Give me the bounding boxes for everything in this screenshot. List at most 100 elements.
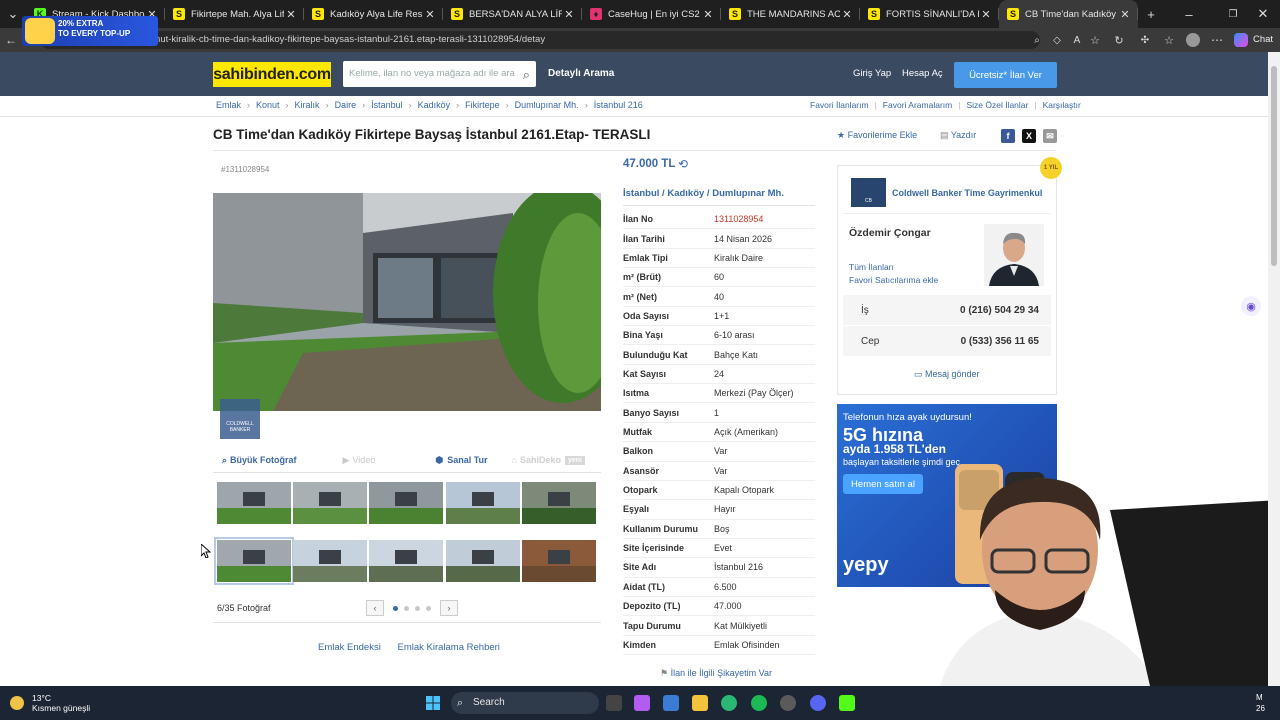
virtual-tour-button[interactable]: Sanal Tur <box>447 455 487 465</box>
photo-thumbnail[interactable] <box>293 540 367 582</box>
tab-close-icon[interactable]: ✕ <box>979 8 993 21</box>
rental-guide-link[interactable]: Emlak Kiralama Rehberi <box>397 642 499 653</box>
photo-thumbnail[interactable] <box>214 537 294 585</box>
breadcrumb-item[interactable]: Kiralık <box>295 100 320 110</box>
browser-tab[interactable]: S BERSA'DAN ALYA LİFE RESİD✕ <box>443 0 582 28</box>
phone-number[interactable]: 0 (533) 356 11 65 <box>961 336 1039 347</box>
favorite-seller-link[interactable]: Favori Satıcılarıma ekle <box>849 275 938 285</box>
facebook-share-icon[interactable]: f <box>1001 129 1015 143</box>
tab-close-icon[interactable]: ✕ <box>840 8 854 21</box>
breadcrumb-item[interactable]: Fikirtepe <box>465 100 500 110</box>
login-link[interactable]: Giriş Yap <box>853 61 891 87</box>
browser-tab[interactable]: S Kadıköy Alya Life Residence✕ <box>304 0 443 28</box>
read-aloud-icon[interactable]: A <box>1068 28 1086 52</box>
store-icon[interactable] <box>663 695 679 711</box>
page-dot[interactable] <box>393 606 398 611</box>
user-quick-link[interactable]: Favori Aramalarım <box>883 100 952 110</box>
favorite-star-icon[interactable]: ☆ <box>1086 28 1104 52</box>
chat-label[interactable]: Chat <box>1253 28 1273 52</box>
search-icon[interactable]: ⌕ <box>523 62 530 88</box>
breadcrumb-item[interactable]: Kadıköy <box>418 100 451 110</box>
close-window-icon[interactable]: ✕ <box>1250 0 1276 28</box>
url-field[interactable]: hen.com/ilan/emlak-konut-kiralik-cb-time… <box>40 31 1040 49</box>
emlak-endeksi-link[interactable]: Emlak Endeksi <box>318 642 381 653</box>
next-page-button[interactable]: › <box>440 600 458 616</box>
page-dot[interactable] <box>404 606 409 611</box>
more-menu-icon[interactable]: ⋯ <box>1208 28 1226 52</box>
tab-close-icon[interactable]: ✕ <box>423 8 437 21</box>
scrollbar-thumb[interactable] <box>1271 66 1277 266</box>
breadcrumb-item[interactable]: İstanbul <box>371 100 403 110</box>
assistant-side-icon[interactable]: ◉ <box>1241 296 1261 316</box>
system-clock[interactable]: M 26 <box>1256 692 1265 714</box>
new-tab-icon[interactable]: + <box>1138 0 1164 28</box>
advanced-search-link[interactable]: Detaylı Arama <box>548 61 614 87</box>
listing-location[interactable]: İstanbul / Kadıköy / Dumlupınar Mh. <box>623 188 784 199</box>
tab-close-icon[interactable]: ✕ <box>1118 8 1132 21</box>
phone-number[interactable]: 0 (216) 504 29 34 <box>960 305 1039 316</box>
extension-icon[interactable]: ◇ <box>1048 28 1066 52</box>
tab-close-icon[interactable]: ✕ <box>701 8 715 21</box>
tab-close-icon[interactable]: ✕ <box>284 8 298 21</box>
edge-icon[interactable] <box>721 695 737 711</box>
photo-thumbnail[interactable] <box>369 540 443 582</box>
tab-close-icon[interactable]: ✕ <box>562 8 576 21</box>
task-view-icon[interactable] <box>606 695 622 711</box>
price-history-icon[interactable]: ⟲ <box>678 157 688 171</box>
browser-tab[interactable]: S THE MANDARINS ACIBADEM✕ <box>721 0 860 28</box>
copilot-app-icon[interactable] <box>634 695 650 711</box>
x-share-icon[interactable]: X <box>1022 129 1036 143</box>
photo-thumbnail[interactable] <box>369 482 443 524</box>
agent-office-name[interactable]: Coldwell Banker Time Gayrimenkul <box>892 188 1042 198</box>
browser-tab[interactable]: S FORTIS SİNANLI'DA KİRALIK✕ <box>860 0 999 28</box>
taskbar-search[interactable]: ⌕ Search <box>451 692 599 714</box>
breadcrumb-item[interactable]: Emlak <box>216 100 241 110</box>
add-favorite-link[interactable]: ★ Favorilerime Ekle <box>837 130 917 141</box>
email-share-icon[interactable]: ✉ <box>1043 129 1057 143</box>
browser-tab[interactable]: S CB Time'dan Kadıköy Fikirte✕ <box>999 0 1138 28</box>
breadcrumb-item[interactable]: Konut <box>256 100 280 110</box>
prev-page-button[interactable]: ‹ <box>366 600 384 616</box>
maximize-icon[interactable]: ❐ <box>1220 0 1246 28</box>
zoom-icon[interactable]: ⌕ <box>1028 28 1046 52</box>
browser-tab[interactable]: S Fikirtepe Mah. Alya Life Resi✕ <box>165 0 304 28</box>
register-link[interactable]: Hesap Aç <box>902 61 943 87</box>
phone-row-work[interactable]: İş 0 (216) 504 29 34 <box>843 295 1051 325</box>
user-quick-link[interactable]: Favori İlanlarım <box>810 100 869 110</box>
profile-avatar-icon[interactable] <box>1184 28 1202 52</box>
send-message-link[interactable]: ▭ Mesaj gönder <box>914 369 980 380</box>
agent-office-logo[interactable]: CB <box>851 178 886 207</box>
user-quick-link[interactable]: Karşılaştır <box>1043 100 1081 110</box>
photo-thumbnail[interactable] <box>446 482 520 524</box>
photo-thumbnail[interactable] <box>522 482 596 524</box>
kick-app-icon[interactable] <box>839 695 855 711</box>
photo-thumbnail[interactable] <box>217 482 291 524</box>
discord-icon[interactable] <box>810 695 826 711</box>
favorites-icon[interactable]: ☆ <box>1160 28 1178 52</box>
file-explorer-icon[interactable] <box>692 695 708 711</box>
complaint-link[interactable]: ⚑ İlan ile İlgili Şikayetim Var <box>660 668 772 679</box>
main-photo[interactable] <box>213 193 601 411</box>
phone-row-mobile[interactable]: Cep 0 (533) 356 11 65 <box>843 326 1051 356</box>
big-photo-button[interactable]: Büyük Fotoğraf <box>230 455 297 465</box>
breadcrumb-item[interactable]: İstanbul 216 <box>594 100 643 110</box>
extensions-puzzle-icon[interactable]: ✣ <box>1136 28 1154 52</box>
refresh-icon[interactable]: ↻ <box>1110 28 1128 52</box>
page-dot[interactable] <box>426 606 431 611</box>
post-ad-button[interactable]: Ücretsiz* İlan Ver <box>954 62 1057 88</box>
breadcrumb-item[interactable]: Dumlupınar Mh. <box>515 100 579 110</box>
windows-start-icon[interactable] <box>426 696 440 710</box>
print-link[interactable]: ▤ Yazdır <box>940 130 976 141</box>
copilot-icon[interactable] <box>1234 33 1248 47</box>
app-icon[interactable] <box>780 695 796 711</box>
photo-thumbnail[interactable] <box>446 540 520 582</box>
all-ads-link[interactable]: Tüm İlanları <box>849 262 894 272</box>
page-dot[interactable] <box>415 606 420 611</box>
photo-thumbnail[interactable] <box>293 482 367 524</box>
user-quick-link[interactable]: Size Özel İlanlar <box>966 100 1028 110</box>
sahibinden-logo[interactable]: sahibinden.com <box>213 62 331 87</box>
search-input[interactable]: Kelime, ilan no veya mağaza adı ile ara … <box>343 61 536 87</box>
back-icon[interactable]: ← <box>2 28 20 52</box>
minimize-icon[interactable]: – <box>1176 0 1202 28</box>
spotify-icon[interactable] <box>751 695 767 711</box>
